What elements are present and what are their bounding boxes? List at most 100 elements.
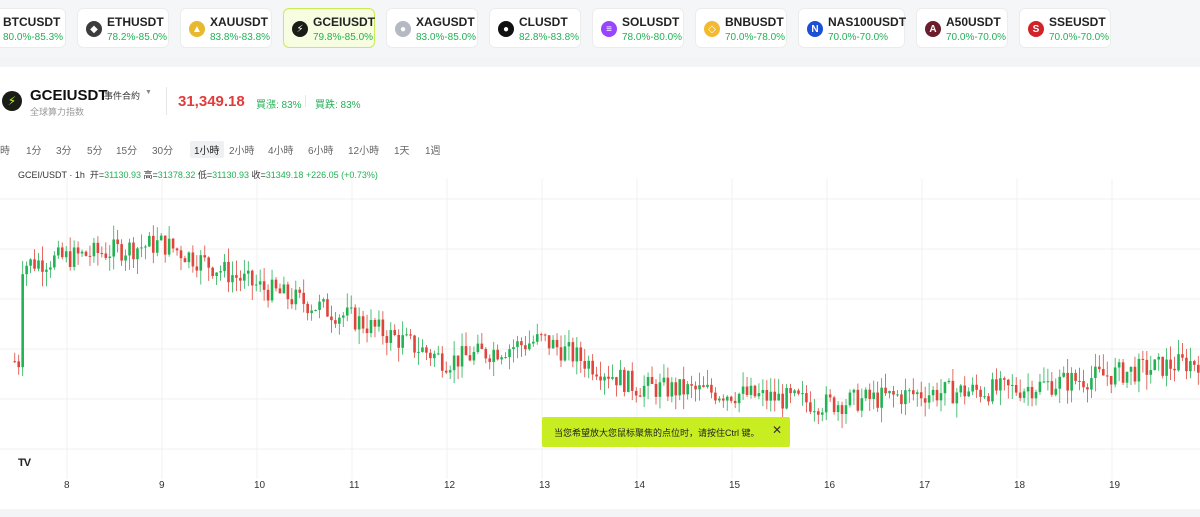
divider [305,95,306,107]
timeframe-selector: 時 1分 3分 5分 15分 30分 1小時 2小時 4小時 6小時 12小時 1天 1週 [0,141,460,158]
candle-down [211,267,214,276]
ticker-symbol: SOLUSDT [622,15,680,29]
oil-drop-icon: ● [498,21,514,37]
candle-up [528,343,531,350]
ticker-symbol: BNBUSDT [725,15,784,29]
candle-up [678,379,682,396]
candle-down [88,255,92,257]
timeframe-6[interactable]: 1小時 [190,141,224,158]
candle-down [583,360,587,369]
candle-up [587,360,591,369]
ticker-sseusdt[interactable]: S SSEUSDT 70.0%-70.0% [1019,8,1111,48]
timeframe-12[interactable]: 1週 [425,142,441,157]
candle-down [1141,358,1145,360]
candle-down [721,398,725,401]
candle-up [777,393,781,401]
candle-down [884,387,887,394]
candle-down [714,392,717,401]
candle-down [690,384,693,386]
candle-down [456,355,460,367]
candle-down [809,402,812,412]
close-icon[interactable]: ✕ [772,423,782,437]
a50-icon: A [925,21,941,37]
tradingview-logo[interactable]: TV [18,457,31,469]
candle-down [650,377,654,384]
timeframe-9[interactable]: 6小時 [308,142,334,157]
candle-up [45,269,48,272]
candle-down [745,386,749,395]
candle-down [183,258,187,263]
ticker-nas100usdt[interactable]: N NAS100USDT 70.0%-70.0% [798,8,907,48]
candle-down [425,347,428,353]
ticker-solusdt[interactable]: ≡ SOLUSDT 78.0%-80.0% [592,8,684,48]
candle-down [302,292,306,304]
candle-up [848,392,852,406]
ticker-xagusdt[interactable]: ● XAGUSDT 83.0%-85.0% [386,8,478,48]
candle-down [1018,392,1022,398]
candle-down [729,396,733,401]
ticker-symbol: GCEIUSDT [313,15,376,29]
candle-up [1090,378,1093,390]
timeframe-11[interactable]: 1天 [394,142,410,157]
timeframe-2[interactable]: 3分 [56,142,72,157]
candle-up [223,261,226,272]
candle-up [64,251,68,258]
candle-up [813,411,816,413]
ticker-btcusdt[interactable]: BTCUSDT 80.0%-85.3% [0,8,66,48]
timeframe-3[interactable]: 5分 [87,142,103,157]
x-tick-label: 11 [349,480,360,491]
contract-type-label[interactable]: 事件合約 [104,89,140,102]
candle-up [243,273,246,281]
ticker-xauusdt[interactable]: ▲ XAUUSDT 83.8%-83.8% [180,8,272,48]
buy-up-label: 買漲: 83% [256,100,302,111]
candle-up [531,341,535,344]
candle-up [880,387,883,408]
timeframe-7[interactable]: 2小時 [229,142,255,157]
candle-up [1094,366,1097,379]
timeframe-10[interactable]: 12小時 [348,142,379,157]
candle-down [175,248,179,251]
ticker-clusdt[interactable]: ● CLUSDT 82.8%-83.8% [489,8,581,48]
candle-up [314,309,317,311]
nas-icon: N [807,21,823,37]
candle-down [393,330,397,335]
x-tick-label: 14 [634,480,646,491]
candle-up [112,239,116,257]
candle-down [1185,357,1188,372]
candle-up [908,390,911,392]
ticker-gceiusdt[interactable]: ⚡ GCEIUSDT 79.8%-85.0% [283,8,375,48]
ticker-range: 79.8%-85.0% [313,32,374,43]
candle-up [535,334,539,342]
candle-down [1193,361,1196,365]
candle-up [270,279,274,301]
timeframe-1[interactable]: 1分 [26,142,42,157]
candle-down [330,316,333,321]
timeframe-5[interactable]: 30分 [152,142,173,157]
ticker-range: 82.8%-83.8% [519,32,580,43]
ticker-bnbusdt[interactable]: ◇ BNBUSDT 70.0%-78.0% [695,8,787,48]
ticker-range: 80.0%-85.3% [3,32,64,43]
timeframe-8[interactable]: 4小時 [268,142,294,157]
candle-down [1181,354,1184,358]
bnb-icon: ◇ [704,21,720,37]
candle-up [1117,362,1121,368]
candle-up [417,351,420,353]
candle-down [591,360,594,375]
candle-down [290,299,294,305]
candle-down [579,347,583,361]
candle-up [136,248,139,260]
timeframe-4[interactable]: 15分 [116,142,137,157]
symbol-title[interactable]: GCEIUSDT [30,87,108,104]
candle-up [476,343,480,352]
chevron-down-icon[interactable]: ▼ [145,89,152,96]
candle-up [56,247,60,256]
candle-up [53,255,56,268]
timeframe-0[interactable]: 時 [0,142,10,157]
ticker-symbol: NAS100USDT [828,15,907,29]
candle-up [357,316,361,330]
ticker-ethusdt[interactable]: ◆ ETHUSDT 78.2%-85.0% [77,8,169,48]
ticker-range: 70.0%-70.0% [946,32,1007,43]
ticker-a50usdt[interactable]: A A50USDT 70.0%-70.0% [916,8,1008,48]
candle-down [856,389,860,411]
candle-down [634,390,638,396]
